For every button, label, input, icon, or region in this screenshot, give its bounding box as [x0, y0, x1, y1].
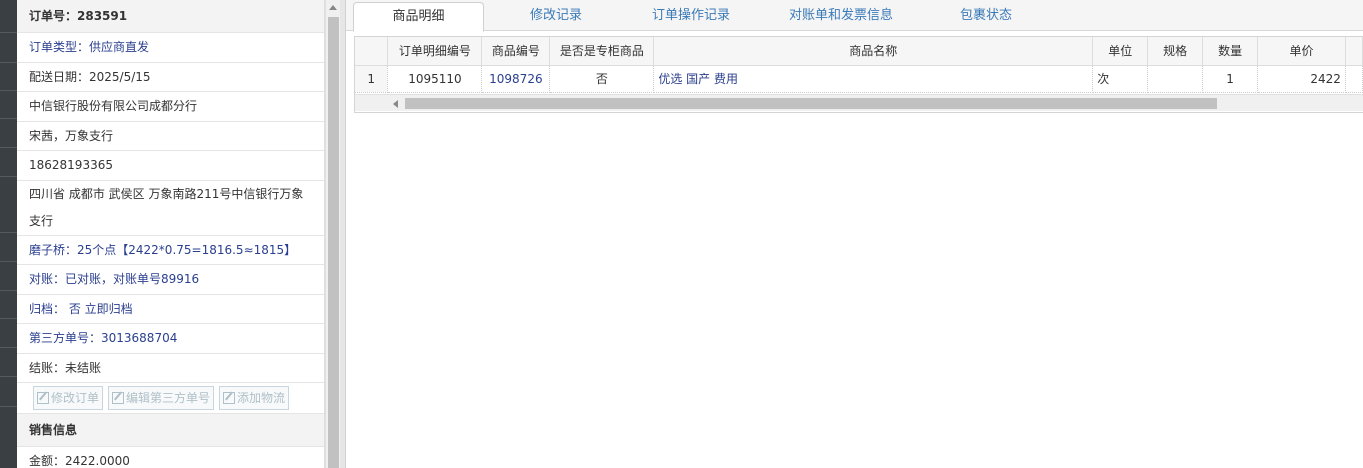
third-party-number: 第三方单号：3013688704	[17, 324, 324, 354]
edit-order-label: 修改订单	[51, 391, 100, 405]
reconcile-status: 对账：已对账，对账单号89916	[17, 265, 324, 295]
left-panel-scrollbar[interactable]	[325, 0, 340, 468]
column-header-filler	[1345, 37, 1363, 66]
edit-third-party-label: 编辑第三方单号	[126, 391, 211, 405]
nav-divider	[0, 290, 17, 291]
product-grid: 订单明细编号 商品编号 是否是专柜商品 商品名称 单位 规格 数量 单价 1 1…	[354, 36, 1363, 113]
scroll-left-icon[interactable]	[393, 100, 398, 108]
spec-cell	[1147, 65, 1204, 93]
unit-cell: 次	[1092, 65, 1149, 93]
column-header[interactable]: 商品名称	[653, 37, 1094, 66]
nav-divider	[0, 347, 17, 348]
tab-package-status[interactable]: 包裹状态	[926, 0, 1046, 31]
column-header[interactable]: 订单明细编号	[387, 37, 483, 66]
edit-third-party-button[interactable]: 编辑第三方单号	[108, 386, 215, 410]
order-actions: 修改订单 编辑第三方单号 添加物流	[17, 383, 324, 414]
detail-id-cell: 1095110	[387, 65, 483, 93]
nav-divider	[0, 147, 17, 148]
nav-divider	[0, 90, 17, 91]
scroll-up-icon[interactable]	[329, 5, 337, 10]
tab-change-log[interactable]: 修改记录	[496, 0, 616, 31]
nav-divider	[0, 261, 17, 262]
sales-amount: 金额：2422.0000	[17, 447, 324, 468]
column-header[interactable]: 商品编号	[481, 37, 551, 66]
contact-name: 宋茜，万象支行	[17, 122, 324, 151]
table-row[interactable]: 1 1095110 1098726 否 优选 国产 费用 次 1 2422	[355, 65, 1363, 93]
product-name-link[interactable]: 优选 国产 费用	[653, 65, 1094, 93]
tab-order-operations[interactable]: 订单操作记录	[626, 0, 756, 31]
column-header[interactable]: 单位	[1092, 37, 1149, 66]
column-header[interactable]: 数量	[1202, 37, 1259, 66]
order-number-title: 订单号：283591	[17, 0, 324, 33]
quantity-cell: 1	[1202, 65, 1259, 93]
nav-divider	[0, 62, 17, 63]
column-header[interactable]: 单价	[1257, 37, 1346, 66]
column-header[interactable]: 是否是专柜商品	[549, 37, 655, 66]
is-counter-cell: 否	[549, 65, 655, 93]
sales-info-title: 销售信息	[17, 414, 324, 447]
edit-icon	[112, 392, 125, 404]
grid-horizontal-scrollbar[interactable]	[355, 94, 1363, 111]
contact-phone: 18628193365	[17, 151, 324, 181]
table-header-row: 订单明细编号 商品编号 是否是专柜商品 商品名称 单位 规格 数量 单价	[355, 37, 1363, 66]
panel-splitter[interactable]	[340, 0, 346, 468]
edit-icon	[37, 392, 49, 404]
add-logistics-button[interactable]: 添加物流	[219, 386, 290, 410]
nav-divider	[0, 232, 17, 233]
edit-icon	[223, 392, 236, 404]
product-table: 订单明细编号 商品编号 是否是专柜商品 商品名称 单位 规格 数量 单价 1 1…	[355, 37, 1363, 93]
nav-divider	[0, 118, 17, 119]
tab-product-details[interactable]: 商品明细	[353, 2, 484, 32]
archive-status[interactable]: 归档： 否 立即归档	[17, 295, 324, 324]
nav-divider	[0, 376, 17, 377]
nav-divider	[0, 176, 17, 177]
delivery-date: 配送日期：2025/5/15	[17, 63, 324, 92]
tab-reconcile-invoice[interactable]: 对账单和发票信息	[766, 0, 916, 31]
side-nav-strip	[0, 0, 17, 468]
settlement-status: 结账：未结账	[17, 354, 324, 383]
price-cell: 2422	[1257, 65, 1346, 93]
nav-divider	[0, 318, 17, 319]
company-name: 中信银行股份有限公司成都分行	[17, 92, 324, 122]
add-logistics-label: 添加物流	[237, 391, 286, 405]
order-info-panel: 订单号：283591 订单类型：供应商直发 配送日期：2025/5/15 中信银…	[17, 0, 325, 468]
mozi-info: 磨子桥：25个点【2422*0.75=1816.5≈1815】	[17, 236, 324, 265]
scrollbar-thumb[interactable]	[328, 17, 339, 468]
product-id-link[interactable]: 1098726	[481, 65, 551, 93]
scrollbar-thumb[interactable]	[405, 98, 1217, 109]
order-type: 订单类型：供应商直发	[17, 33, 324, 63]
delivery-address: 四川省 成都市 武侯区 万象南路211号中信银行万象支行	[17, 181, 324, 236]
rownum-header	[355, 37, 389, 66]
detail-tabs: 商品明细 修改记录 订单操作记录 对账单和发票信息 包裹状态	[346, 0, 1363, 32]
nav-divider	[0, 406, 17, 407]
row-number: 1	[355, 65, 389, 93]
nav-divider	[0, 32, 17, 33]
column-header[interactable]: 规格	[1147, 37, 1204, 66]
edit-order-button[interactable]: 修改订单	[33, 386, 104, 410]
row-filler	[1345, 65, 1363, 93]
